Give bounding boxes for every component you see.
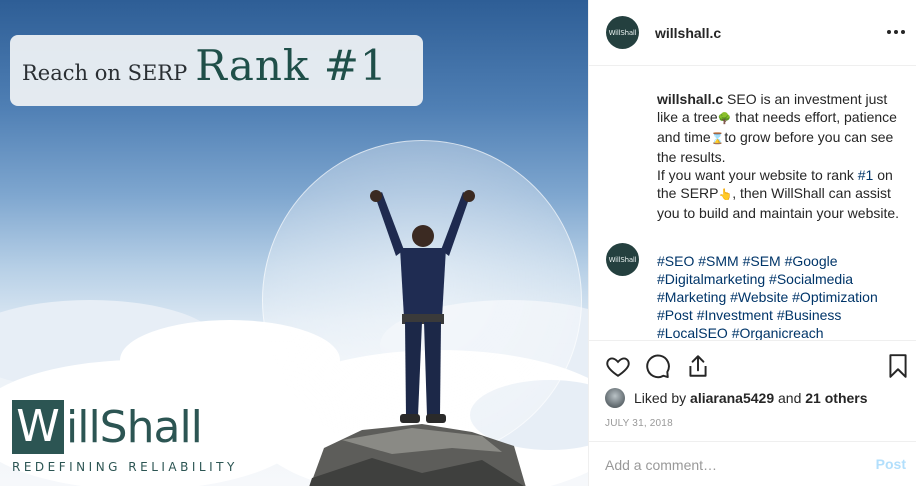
post-date[interactable]: JULY 31, 2018 [605,418,673,429]
post-details-panel: WillShall willshall.c willshall.c SEO is… [588,0,916,486]
headline-small-text: Reach on SERP [22,61,188,85]
hashtag-line[interactable]: #Marketing #Website #Optimization [657,288,907,306]
likes-middle: and [778,390,802,406]
header-username-link[interactable]: willshall.c [655,25,721,41]
comment-icon[interactable] [645,353,671,379]
hourglass-emoji-icon: ⌛ [710,133,725,145]
brand-initial: W [12,400,64,454]
hashtag-line[interactable]: #Post #Investment #Business [657,306,907,324]
action-bar [589,340,916,390]
heart-icon[interactable] [605,353,631,379]
avatar-logo-text: WillShall [608,255,637,264]
more-options-icon[interactable] [886,22,906,42]
post-image[interactable]: Reach on SERP Rank #1 W illShall REDEFIN… [0,0,588,486]
caption-text: If you want your website to rank [657,167,858,183]
profile-avatar[interactable]: WillShall [606,16,639,49]
comments-scroll-area[interactable]: willshall.c SEO is an investment just li… [589,67,916,340]
likes-summary: Liked by aliarana5429 and 21 others [605,388,868,408]
climber-figure [370,190,475,423]
caption-username-link[interactable]: willshall.c [657,91,723,107]
hashtag-line[interactable]: #Digitalmarketing #Socialmedia [657,270,907,288]
tree-emoji-icon: 🌳 [717,113,732,125]
share-icon[interactable] [685,353,711,379]
headline-rank-text: Rank #1 [195,41,388,90]
hashtag-line[interactable]: #LocalSEO #Organicreach [657,324,907,340]
hashtag-line[interactable]: #SEO #SMM #SEM #Google [657,252,907,270]
post-comment-button[interactable]: Post [876,456,906,472]
brand-tagline: REDEFINING RELIABILITY [12,460,238,474]
likes-prefix: Liked by [634,390,687,406]
bookmark-icon[interactable] [885,353,911,379]
willshall-logo: W illShall REDEFINING RELIABILITY [12,400,238,474]
pointer-emoji-icon: 👆 [718,189,733,201]
add-comment-bar: Post [589,441,916,486]
likes-others-link[interactable]: 21 others [805,390,867,406]
liker-avatar[interactable] [605,388,625,408]
brand-name: illShall [66,401,203,453]
post-header: WillShall willshall.c [589,0,916,66]
comment-avatar[interactable]: WillShall [606,243,639,276]
headline-banner: Reach on SERP Rank #1 [10,35,423,106]
post-caption: willshall.c SEO is an investment just li… [657,90,902,222]
hashtags-comment: #SEO #SMM #SEM #Google #Digitalmarketing… [657,252,907,340]
rank-hashtag-link[interactable]: #1 [858,167,874,183]
liker-username-link[interactable]: aliarana5429 [690,390,774,406]
comment-input[interactable] [605,454,855,476]
avatar-logo-text: WillShall [608,28,637,37]
